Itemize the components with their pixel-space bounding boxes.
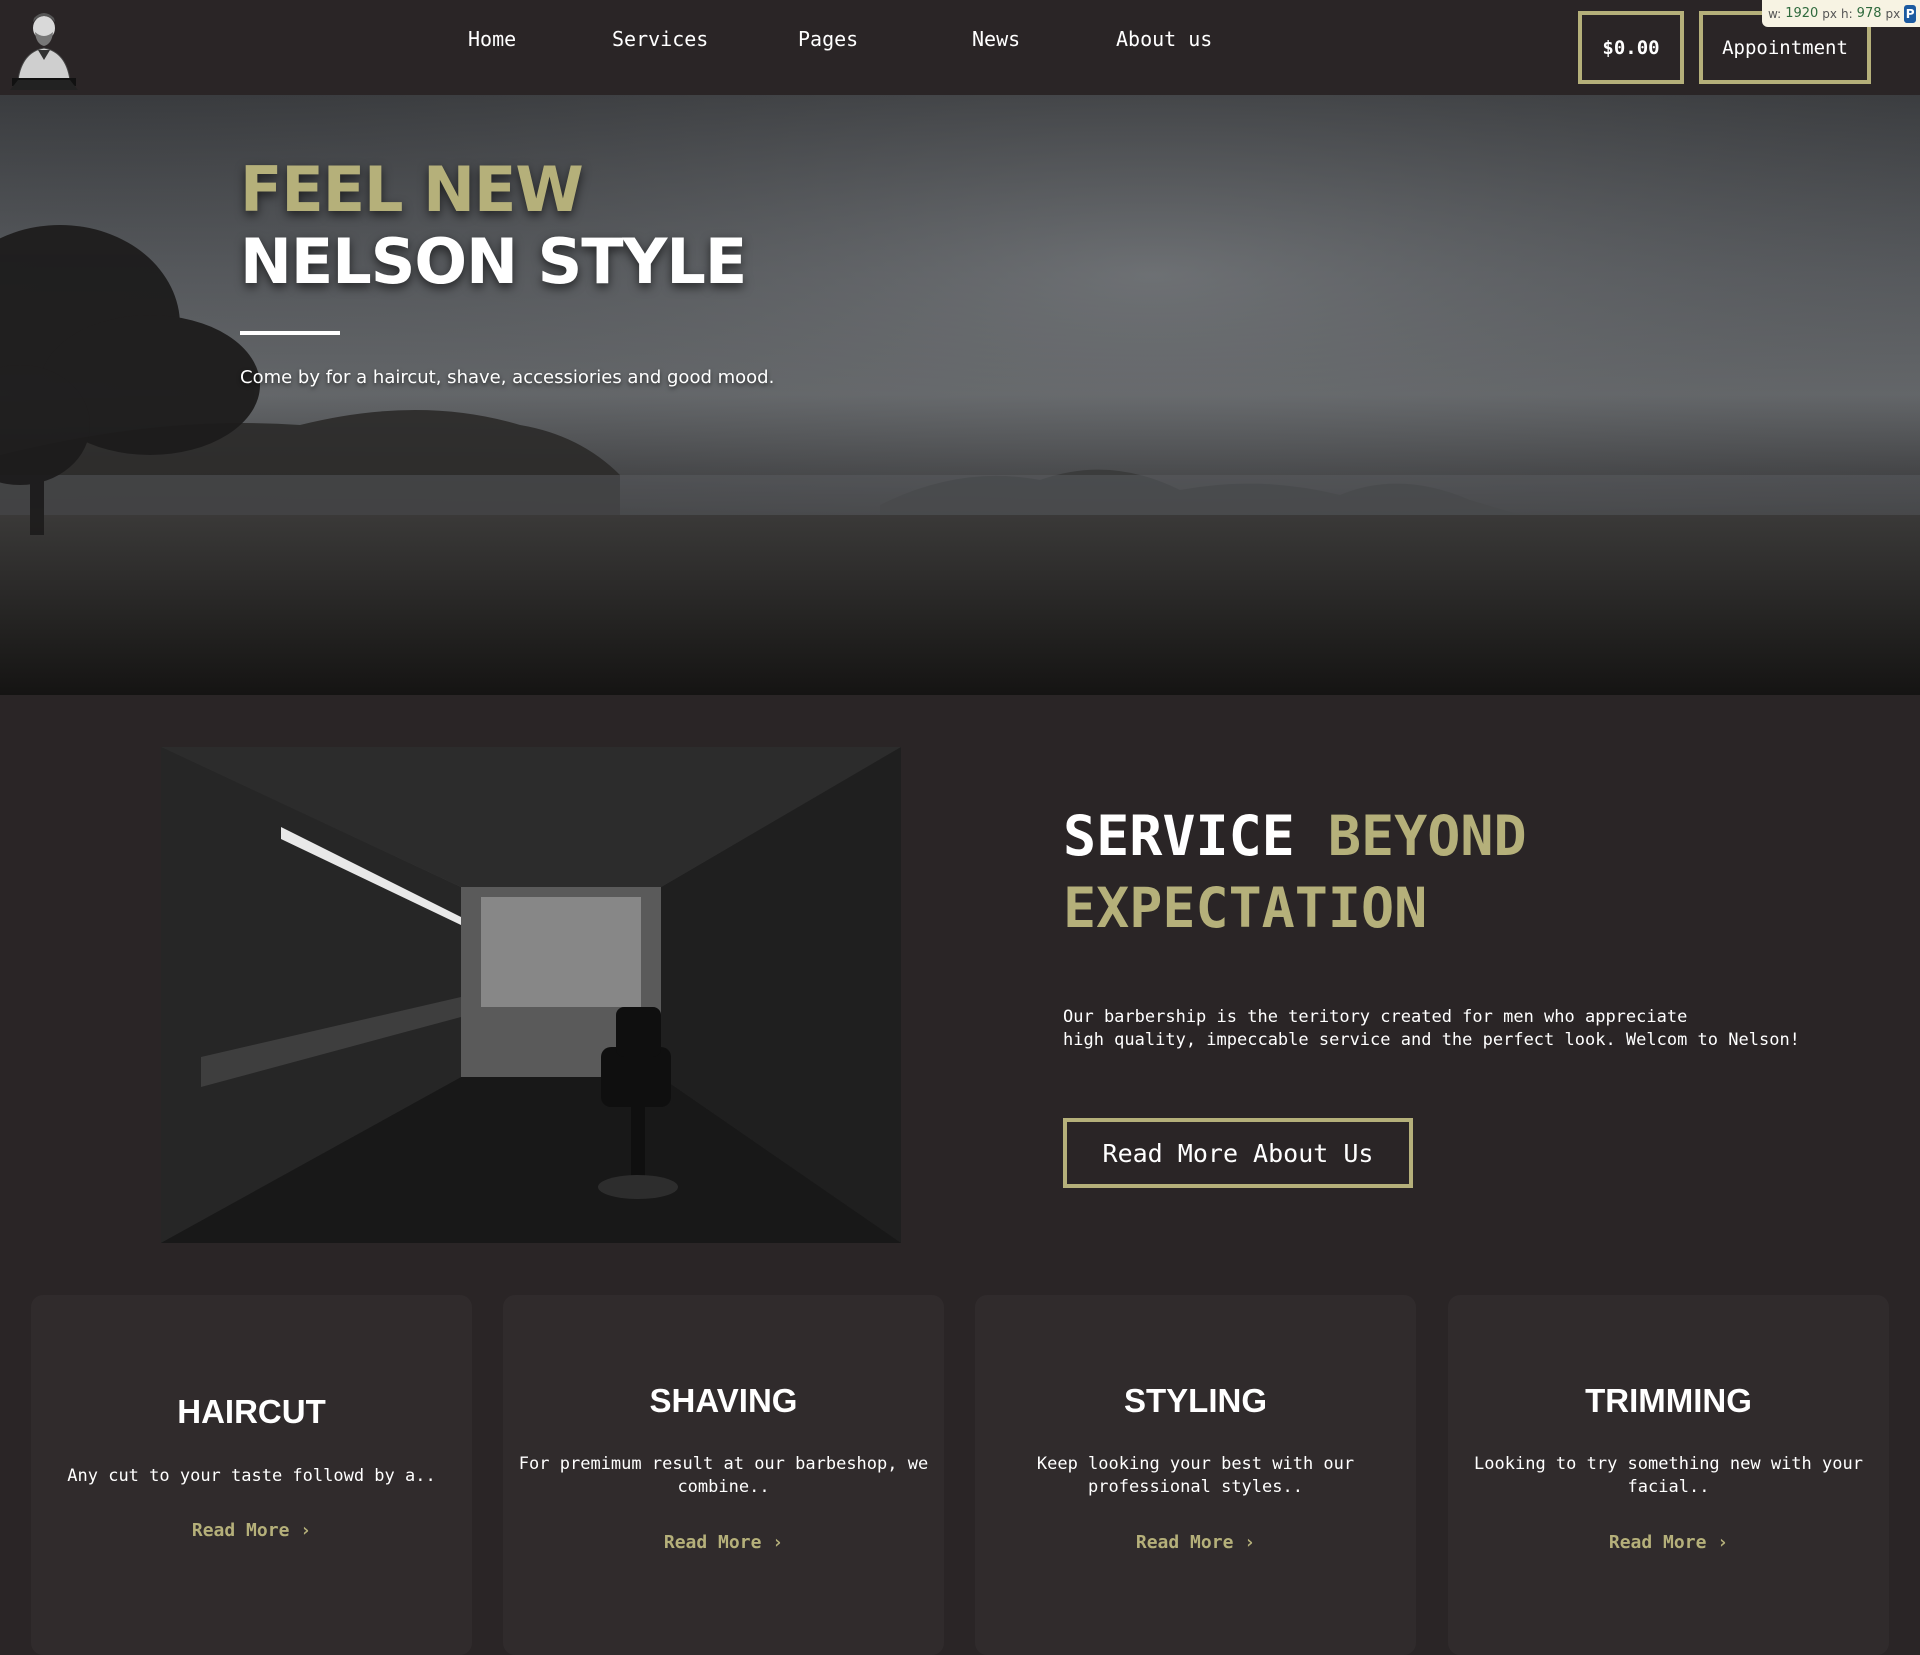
dimension-badge: w: 1920 px h: 978 px P — [1762, 0, 1920, 27]
nav-news[interactable]: News — [972, 27, 1020, 51]
about-title-gold-2: EXPECTATION — [1063, 876, 1428, 940]
about-title-white: SERVICE — [1063, 804, 1295, 868]
nav-about-us[interactable]: About us — [1116, 27, 1212, 51]
service-description: Keep looking your best with our professi… — [1036, 1454, 1355, 1497]
service-card-styling: STYLING Keep looking your best with our … — [975, 1295, 1416, 1655]
height-unit: px — [1885, 6, 1901, 21]
width-label: w: — [1768, 6, 1782, 21]
service-read-more-link[interactable]: Read More › — [503, 1532, 944, 1553]
service-read-more-link[interactable]: Read More › — [31, 1520, 472, 1541]
service-title: STYLING — [1123, 1382, 1267, 1419]
chevron-right-icon: › — [772, 1532, 784, 1553]
service-title: TRIMMING — [1585, 1382, 1752, 1419]
read-more-about-button[interactable]: Read More About Us — [1063, 1118, 1413, 1188]
nav-pages[interactable]: Pages — [798, 27, 858, 51]
hero-title-line1: FEEL NEW — [240, 153, 584, 226]
height-label: h: — [1841, 6, 1853, 21]
nav-services[interactable]: Services — [612, 27, 708, 51]
read-more-label: Read More — [1608, 1532, 1707, 1553]
hero-banner: FEEL NEW NELSON STYLE Come by for a hair… — [0, 95, 1920, 695]
service-description: Any cut to your taste followd by a.. — [67, 1466, 436, 1486]
service-read-more-link[interactable]: Read More › — [1448, 1532, 1889, 1553]
width-unit: px — [1822, 6, 1838, 21]
service-title: HAIRCUT — [177, 1393, 326, 1430]
read-more-label: Read More — [663, 1532, 762, 1553]
cart-button[interactable]: $0.00 — [1578, 11, 1684, 84]
service-card-trimming: TRIMMING Looking to try something new wi… — [1448, 1295, 1889, 1655]
nav-home[interactable]: Home — [468, 27, 516, 51]
service-read-more-link[interactable]: Read More › — [975, 1532, 1416, 1553]
about-description: Our barbership is the teritory created f… — [1063, 1007, 1800, 1050]
about-title: SERVICE BEYOND EXPECTATION — [1063, 800, 1823, 944]
read-more-label: Read More — [191, 1520, 290, 1541]
barbershop-interior-photo — [161, 747, 901, 1243]
hero-title-line2: NELSON STYLE — [240, 225, 747, 298]
chevron-right-icon: › — [1717, 1532, 1729, 1553]
hero-subtitle: Come by for a haircut, shave, accessiori… — [240, 367, 775, 388]
service-title: SHAVING — [649, 1382, 798, 1419]
hero-divider — [240, 331, 340, 335]
width-value: 1920 — [1785, 6, 1819, 21]
service-description: Looking to try something new with your f… — [1474, 1454, 1863, 1497]
height-value: 978 — [1856, 6, 1882, 21]
read-more-label: Read More — [1135, 1532, 1234, 1553]
about-title-gold-1: BEYOND — [1327, 804, 1527, 868]
chevron-right-icon: › — [1244, 1532, 1256, 1553]
chevron-right-icon: › — [300, 1520, 312, 1541]
site-header: Home Services Pages News About us $0.00 … — [0, 0, 1920, 95]
service-card-haircut: HAIRCUT Any cut to your taste followd by… — [31, 1295, 472, 1655]
service-card-shaving: SHAVING For premimum result at our barbe… — [503, 1295, 944, 1655]
service-description: For premimum result at our barbeshop, we… — [518, 1454, 929, 1497]
extension-icon[interactable]: P — [1904, 4, 1916, 23]
